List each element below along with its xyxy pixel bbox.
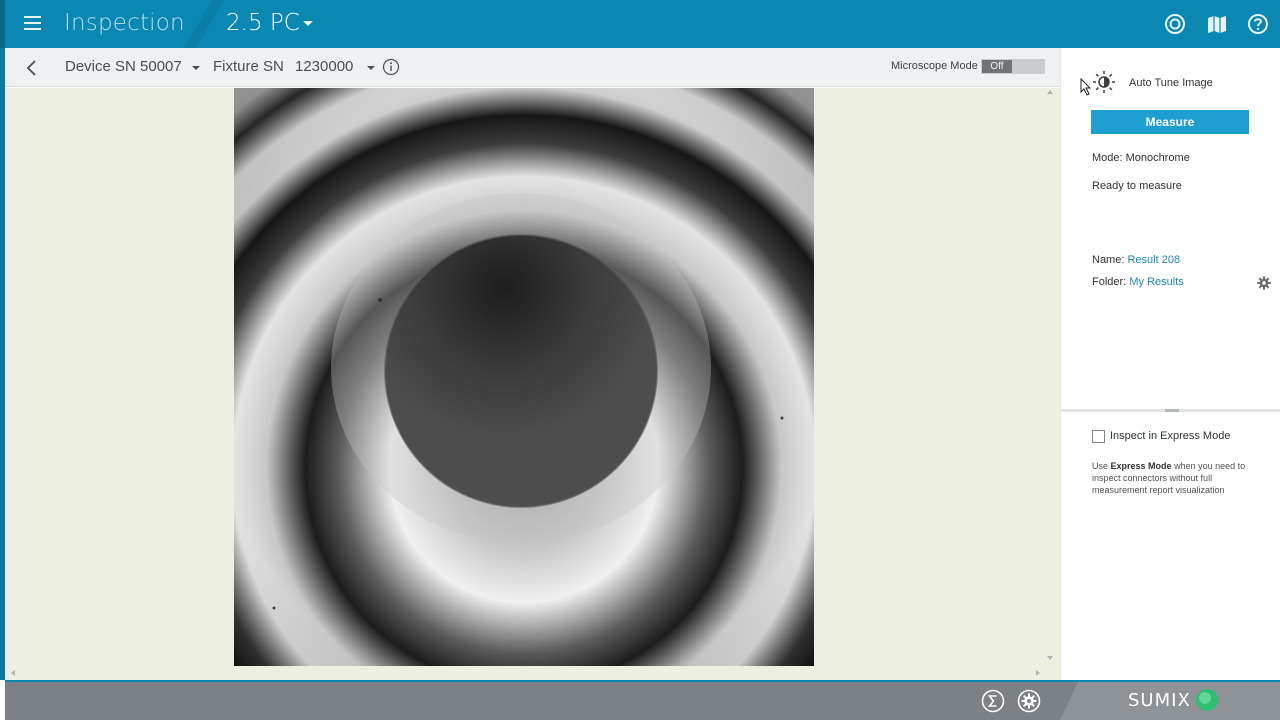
- info-icon[interactable]: [382, 58, 400, 76]
- name-label: Name:: [1092, 254, 1125, 266]
- target-icon[interactable]: [1164, 13, 1186, 35]
- result-name-row: Name: Result 208: [1092, 254, 1180, 266]
- folder-label: Folder:: [1092, 276, 1127, 288]
- folder-value[interactable]: My Results: [1129, 276, 1183, 288]
- measure-button[interactable]: Measure: [1091, 110, 1249, 134]
- app-title: Inspection: [64, 10, 185, 36]
- menu-icon[interactable]: [24, 16, 41, 30]
- brand-logo-text: SUMIX: [1128, 690, 1191, 711]
- chevron-down-icon[interactable]: [303, 21, 313, 26]
- express-mode-label[interactable]: Inspect in Express Mode: [1110, 430, 1230, 442]
- express-help-prefix: Use: [1092, 461, 1109, 471]
- express-mode-help: Use Express Mode when you need to inspec…: [1092, 460, 1260, 496]
- settings-icon[interactable]: [1017, 689, 1041, 713]
- divider-grip[interactable]: [1165, 409, 1179, 412]
- device-chevron-down-icon[interactable]: [192, 66, 200, 70]
- express-mode-checkbox[interactable]: [1092, 430, 1105, 443]
- profile-selector[interactable]: 2.5 PC: [226, 10, 300, 36]
- fixture-label: Fixture SN: [213, 58, 284, 75]
- fixture-chevron-down-icon[interactable]: [367, 66, 375, 70]
- gear-icon[interactable]: [1257, 276, 1271, 290]
- header-divider: [184, 0, 224, 48]
- fiber-end-face-image: [234, 88, 814, 666]
- auto-tune-label[interactable]: Auto Tune Image: [1129, 77, 1213, 89]
- brightness-icon[interactable]: [1092, 70, 1116, 94]
- map-icon[interactable]: [1206, 13, 1228, 35]
- brand-area: SUMIX: [1060, 680, 1280, 720]
- scroll-down-icon[interactable]: [1047, 656, 1053, 660]
- scroll-right-icon[interactable]: [1036, 670, 1040, 676]
- microscope-mode-toggle[interactable]: Off: [981, 59, 1045, 74]
- toolbar: Device SN 50007 Fixture SN 1230000 Micro…: [5, 48, 1060, 87]
- microscope-mode-label: Microscope Mode: [891, 60, 978, 72]
- folder-row: Folder: My Results: [1092, 276, 1184, 288]
- result-name-value[interactable]: Result 208: [1127, 254, 1180, 266]
- express-help-bold: Express Mode: [1110, 461, 1172, 471]
- device-selector[interactable]: Device SN 50007: [65, 58, 182, 75]
- header-edge: [0, 0, 5, 48]
- sigma-icon[interactable]: [981, 689, 1005, 713]
- mode-text: Mode: Monochrome: [1092, 152, 1190, 164]
- scroll-left-icon[interactable]: [11, 670, 15, 676]
- toggle-state: Off: [982, 60, 1012, 73]
- help-icon[interactable]: [1247, 13, 1269, 35]
- status-text: Ready to measure: [1092, 180, 1182, 192]
- mouse-cursor-icon: [1080, 78, 1092, 96]
- fixture-selector[interactable]: 1230000: [295, 58, 353, 75]
- back-icon[interactable]: [25, 59, 39, 77]
- brand-logo-icon: [1196, 689, 1218, 711]
- brand-divider: [1060, 682, 1078, 720]
- app-header: Inspection 2.5 PC: [0, 0, 1280, 48]
- footer-bar: [5, 680, 1060, 720]
- image-viewer: [5, 88, 1060, 680]
- measurement-panel: Auto Tune Image Measure Mode: Monochrome…: [1060, 48, 1280, 680]
- scroll-up-icon[interactable]: [1047, 90, 1053, 94]
